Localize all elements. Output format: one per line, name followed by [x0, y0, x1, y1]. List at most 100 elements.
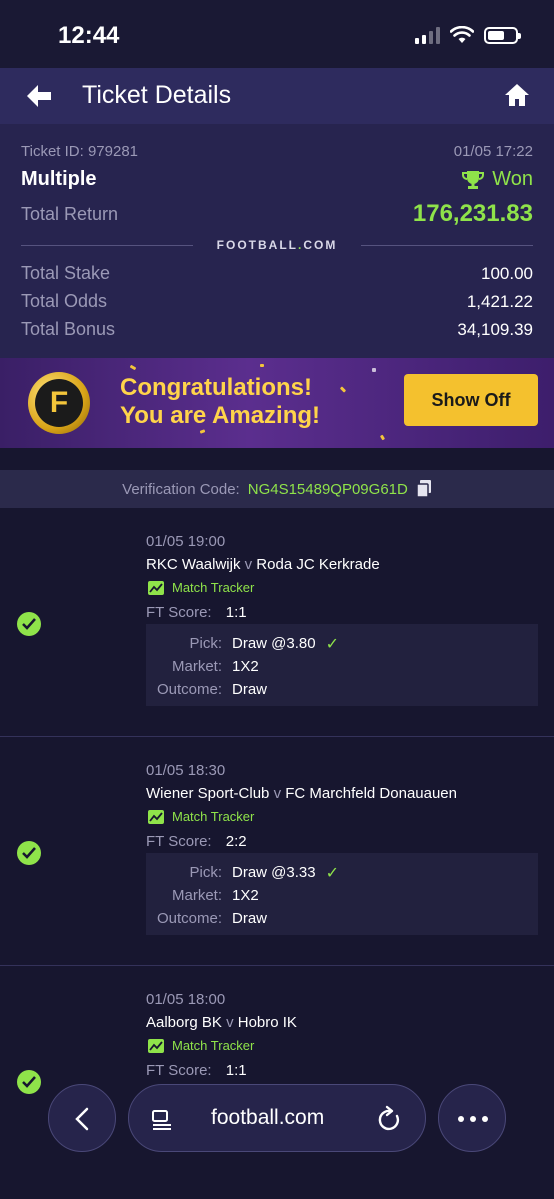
ft-score-value: 1:1 — [225, 604, 247, 621]
pick-value: Draw @3.33 — [232, 864, 316, 881]
away-team: Hobro IK — [237, 1014, 297, 1031]
versus: v — [226, 1014, 234, 1031]
bet-type-row: Multiple Won — [21, 168, 533, 191]
home-icon[interactable] — [504, 82, 530, 108]
bet-type: Multiple — [21, 168, 97, 190]
brand-divider: FOOTBALL.COM — [21, 236, 534, 254]
more-options-button[interactable] — [438, 1084, 506, 1152]
pick-details: Pick: Draw @3.80 ✓ Market: 1X2 Outcome: D… — [146, 624, 538, 706]
banner-line-1: Congratulations! — [120, 374, 312, 401]
match-tracker-label: Match Tracker — [172, 809, 255, 824]
ft-score: FT Score: 2:2 — [146, 833, 247, 850]
total-return-row: Total Return 176,231.83 — [21, 200, 533, 228]
total-stake-value: 100.00 — [481, 263, 533, 283]
match-tracker-label: Match Tracker — [172, 580, 255, 595]
football-com-logo: F — [28, 372, 90, 434]
reader-mode-icon[interactable] — [151, 1109, 173, 1131]
market-value: 1X2 — [232, 887, 259, 904]
home-team: Wiener Sport-Club — [146, 785, 270, 802]
pick-value: Draw @3.80 — [232, 635, 316, 652]
ticket-datetime: 01/05 17:22 — [453, 143, 533, 160]
ticket-id-row: Ticket ID: 979281 01/05 17:22 — [21, 143, 533, 160]
match-tracker-link[interactable]: Match Tracker — [148, 1038, 254, 1053]
chart-icon — [148, 809, 164, 824]
address-bar[interactable]: football.com — [128, 1084, 426, 1152]
app-header: Ticket Details — [0, 68, 554, 124]
outcome-value: Draw — [232, 910, 268, 927]
browser-toolbar: football.com — [0, 1078, 554, 1158]
total-stake-label: Total Stake — [21, 263, 111, 283]
check-circle-icon — [17, 841, 41, 865]
page-title: Ticket Details — [82, 81, 232, 109]
ft-score: FT Score: 1:1 — [146, 1062, 247, 1079]
ft-score-value: 1:1 — [225, 1062, 247, 1079]
pick-details: Pick: Draw @3.33 ✓ Market: 1X2 Outcome: D… — [146, 853, 538, 935]
back-arrow-icon[interactable] — [24, 82, 54, 110]
checkmark-icon: ✓ — [325, 864, 339, 882]
banner-text: Congratulations! You are Amazing! — [120, 374, 320, 430]
away-team: FC Marchfeld Donauauen — [285, 785, 457, 802]
outcome-label: Outcome: — [156, 910, 222, 927]
home-team: RKC Waalwijk — [146, 556, 241, 573]
total-odds-value: 1,421.22 — [466, 291, 533, 311]
match-tracker-label: Match Tracker — [172, 1038, 255, 1053]
ft-score-label: FT Score: — [146, 604, 212, 621]
more-dots-icon — [458, 1116, 488, 1122]
total-return-value: 176,231.83 — [412, 200, 533, 227]
market-label: Market: — [171, 887, 222, 904]
congrats-banner[interactable]: F Congratulations! You are Amazing! Show… — [0, 358, 554, 448]
total-stake-row: Total Stake 100.00 — [21, 263, 533, 284]
chevron-left-icon — [75, 1107, 89, 1131]
verification-code: NG4S15489QP09G61D — [247, 480, 408, 498]
check-circle-icon — [17, 612, 41, 636]
market-label: Market: — [171, 658, 222, 675]
total-odds-label: Total Odds — [21, 291, 108, 311]
versus: v — [273, 785, 282, 802]
match-item: 01/05 18:30 Wiener Sport-Club v FC March… — [0, 737, 554, 966]
match-datetime: 01/05 18:30 — [146, 762, 226, 779]
ft-score-value: 2:2 — [225, 833, 247, 850]
status-icons — [415, 26, 521, 44]
match-teams: Wiener Sport-Club v FC Marchfeld Donauau… — [146, 785, 457, 802]
match-datetime: 01/05 19:00 — [146, 533, 226, 550]
total-bonus-label: Total Bonus — [21, 319, 116, 339]
total-return-label: Total Return — [21, 203, 119, 224]
won-status: Won — [462, 168, 533, 191]
url-text: football.com — [211, 1106, 325, 1129]
pick-label: Pick: — [189, 635, 222, 652]
copy-icon[interactable] — [416, 480, 432, 498]
match-teams: Aalborg BK v Hobro IK — [146, 1014, 297, 1031]
status-bar: 12:44 — [0, 0, 554, 68]
checkmark-icon: ✓ — [325, 635, 339, 653]
match-datetime: 01/05 18:00 — [146, 991, 226, 1008]
status-label: Won — [492, 168, 533, 190]
total-bonus-value: 34,109.39 — [457, 319, 533, 339]
chart-icon — [148, 1038, 164, 1053]
match-tracker-link[interactable]: Match Tracker — [148, 580, 254, 595]
ticket-summary: Ticket ID: 979281 01/05 17:22 Multiple W… — [0, 124, 554, 358]
ft-score-label: FT Score: — [146, 1062, 212, 1079]
total-bonus-row: Total Bonus 34,109.39 — [21, 319, 533, 340]
pick-label: Pick: — [189, 864, 222, 881]
banner-line-2: You are Amazing! — [120, 402, 321, 429]
show-off-button[interactable]: Show Off — [404, 374, 538, 426]
match-teams: RKC Waalwijk v Roda JC Kerkrade — [146, 556, 380, 573]
trophy-icon — [462, 170, 485, 189]
outcome-label: Outcome: — [156, 681, 222, 698]
versus: v — [244, 556, 253, 573]
status-time: 12:44 — [58, 22, 120, 49]
signal-icon — [415, 26, 440, 44]
wifi-icon — [450, 26, 474, 43]
ft-score: FT Score: 1:1 — [146, 604, 247, 621]
outcome-value: Draw — [232, 681, 268, 698]
verification-code-bar: Verification Code: NG4S15489QP09G61D — [0, 470, 554, 508]
battery-icon — [484, 26, 521, 44]
ticket-id: Ticket ID: 979281 — [21, 143, 139, 160]
ft-score-label: FT Score: — [146, 833, 212, 850]
home-team: Aalborg BK — [146, 1014, 222, 1031]
reload-icon[interactable] — [377, 1105, 403, 1133]
verification-label: Verification Code: — [122, 480, 240, 498]
match-item: 01/05 19:00 RKC Waalwijk v Roda JC Kerkr… — [0, 508, 554, 737]
match-tracker-link[interactable]: Match Tracker — [148, 809, 254, 824]
browser-back-button[interactable] — [48, 1084, 116, 1152]
